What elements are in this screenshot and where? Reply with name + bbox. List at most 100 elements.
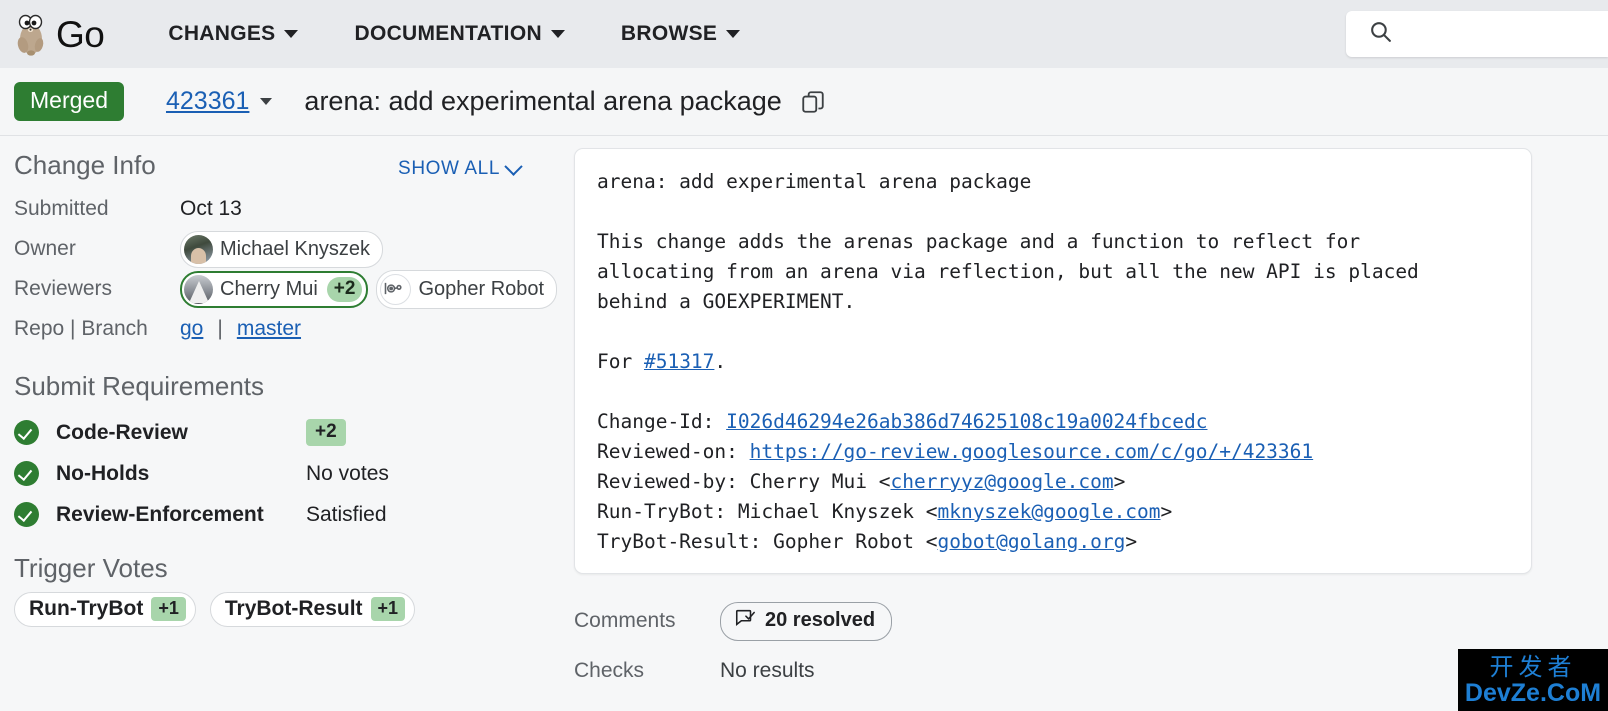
chevron-down-icon xyxy=(550,30,565,38)
search-icon xyxy=(1368,19,1393,49)
for-suffix: . xyxy=(714,350,727,373)
requirement-row-no-holds[interactable]: No-Holds No votes xyxy=(14,453,544,494)
change-id-label: Change-Id: xyxy=(597,410,727,433)
change-number-group[interactable]: 423361 xyxy=(166,87,273,116)
change-info-sidebar: Change Info SHOW ALL Submitted Oct 13 Ow… xyxy=(0,136,560,711)
info-row-owner: Owner Michael Knyszek xyxy=(14,229,544,269)
checks-value: No results xyxy=(720,659,815,682)
nav-label-changes: CHANGES xyxy=(168,22,276,45)
trigger-votes-title: Trigger Votes xyxy=(14,553,168,583)
change-info-title: Change Info xyxy=(14,150,156,180)
submitted-label: Submitted xyxy=(14,197,109,220)
requirement-row-review-enforcement[interactable]: Review-Enforcement Satisfied xyxy=(14,494,544,535)
reviewer-name: Gopher Robot xyxy=(418,277,545,300)
change-number-link[interactable]: 423361 xyxy=(166,87,249,116)
trigger-vote-label: TryBot-Result xyxy=(224,597,363,620)
trybot-result-suffix: > xyxy=(1125,530,1138,553)
branch-link[interactable]: master xyxy=(237,317,301,341)
issue-link[interactable]: #51317 xyxy=(644,350,714,373)
submitted-value: Oct 13 xyxy=(180,197,242,220)
brand-label: Go xyxy=(56,13,105,55)
change-titlebar: Merged 423361 arena: add experimental ar… xyxy=(0,68,1608,136)
run-trybot-email-link[interactable]: mknyszek@google.com xyxy=(937,500,1160,523)
owner-label: Owner xyxy=(14,237,76,260)
check-circle-icon xyxy=(14,461,39,486)
commit-message-card: arena: add experimental arena package Th… xyxy=(574,148,1532,574)
info-row-reviewers: Reviewers Cherry Mui +2 Gopher Robot xyxy=(14,269,558,309)
submit-requirements-title: Submit Requirements xyxy=(14,371,264,401)
avatar xyxy=(184,274,213,304)
watermark-en-text: DevZe.CoM xyxy=(1464,678,1602,707)
repo-branch-separator: | xyxy=(217,317,223,340)
owner-value: Michael Knyszek xyxy=(180,230,384,268)
info-row-repo-branch: Repo | Branch go | master xyxy=(14,309,544,349)
run-trybot-label: Run-TryBot: Michael Knyszek < xyxy=(597,500,938,523)
nav-label-browse: BROWSE xyxy=(620,22,718,45)
check-circle-icon xyxy=(14,502,39,527)
caret-down-icon[interactable] xyxy=(260,98,273,105)
reviewer-chip-cherry-mui[interactable]: Cherry Mui +2 xyxy=(180,270,369,308)
search-input[interactable] xyxy=(1403,23,1587,45)
reviewers-value: Cherry Mui +2 Gopher Robot xyxy=(180,269,558,309)
run-trybot-suffix: > xyxy=(1160,500,1173,523)
comments-count-label: 20 resolved xyxy=(765,609,876,631)
nav-item-documentation[interactable]: DOCUMENTATION xyxy=(326,14,592,54)
page-title: arena: add experimental arena package xyxy=(304,86,782,116)
nav-item-browse[interactable]: BROWSE xyxy=(593,14,768,54)
nav-label-documentation: DOCUMENTATION xyxy=(354,22,542,45)
requirement-row-code-review[interactable]: Code-Review +2 xyxy=(14,412,544,453)
repo-link[interactable]: go xyxy=(180,317,203,341)
chevron-down-icon xyxy=(504,156,523,176)
search-container xyxy=(1346,11,1608,57)
repo-branch-value: go | master xyxy=(180,317,301,341)
commit-body-line2: allocating from an arena via reflection,… xyxy=(597,260,1419,283)
avatar xyxy=(184,234,213,264)
commit-body-line1: This change adds the arenas package and … xyxy=(597,230,1361,253)
commit-body-line3: behind a GOEXPERIMENT. xyxy=(597,290,856,313)
trigger-vote-trybot-result[interactable]: TryBot-Result +1 xyxy=(209,592,416,627)
nav-item-changes[interactable]: CHANGES xyxy=(140,14,326,54)
main-nav: CHANGES DOCUMENTATION BROWSE xyxy=(140,14,768,54)
trigger-vote-run-trybot[interactable]: Run-TryBot +1 xyxy=(14,592,196,627)
comments-resolved-chip[interactable]: 20 resolved xyxy=(720,601,893,641)
trybot-result-email-link[interactable]: gobot@golang.org xyxy=(937,530,1125,553)
requirement-name: Review-Enforcement xyxy=(56,502,264,526)
requirement-name: Code-Review xyxy=(56,420,188,444)
main-panel: arena: add experimental arena package Th… xyxy=(560,136,1608,711)
owner-chip[interactable]: Michael Knyszek xyxy=(180,230,384,268)
check-circle-icon xyxy=(14,420,39,445)
reviewed-on-label: Reviewed-on: xyxy=(597,440,750,463)
robot-avatar-icon xyxy=(380,273,412,305)
commit-message-text: arena: add experimental arena package Th… xyxy=(597,167,1509,557)
requirement-value: +2 xyxy=(306,419,346,446)
for-prefix: For xyxy=(597,350,644,373)
status-badge: Merged xyxy=(14,81,124,122)
trigger-votes-list: Run-TryBot +1 TryBot-Result +1 xyxy=(14,592,544,627)
copy-icon[interactable] xyxy=(800,89,826,115)
search-box[interactable] xyxy=(1346,11,1608,57)
chevron-down-icon xyxy=(284,30,299,38)
reviewers-label: Reviewers xyxy=(14,277,113,300)
requirement-value: Satisfied xyxy=(306,502,387,526)
show-all-button[interactable]: SHOW ALL xyxy=(398,156,523,180)
chevron-down-icon xyxy=(726,30,741,38)
comment-resolved-icon xyxy=(734,607,756,635)
trigger-vote-badge: +1 xyxy=(151,597,186,621)
trybot-result-label: TryBot-Result: Gopher Robot < xyxy=(597,530,938,553)
repo-branch-label: Repo | Branch xyxy=(14,317,148,340)
trigger-vote-label: Run-TryBot xyxy=(29,597,144,620)
reviewer-chip-gopher-robot[interactable]: Gopher Robot xyxy=(376,269,558,309)
requirement-value: No votes xyxy=(306,461,389,485)
reviewed-by-email-link[interactable]: cherryyz@google.com xyxy=(891,470,1114,493)
brand[interactable]: Go xyxy=(14,12,105,56)
change-id-link[interactable]: I026d46294e26ab386d74625108c19a0024fbced… xyxy=(726,410,1207,433)
reviewed-on-link[interactable]: https://go-review.googlesource.com/c/go/… xyxy=(750,440,1314,463)
comments-label: Comments xyxy=(574,609,676,632)
go-gopher-logo xyxy=(14,12,48,56)
app-header: Go CHANGES DOCUMENTATION BROWSE xyxy=(0,0,1608,68)
reviewer-vote-badge: +2 xyxy=(326,276,363,302)
watermark: 开发者 DevZe.CoM xyxy=(1458,649,1608,711)
reviewed-by-label: Reviewed-by: Cherry Mui < xyxy=(597,470,891,493)
page-content: Change Info SHOW ALL Submitted Oct 13 Ow… xyxy=(0,136,1608,711)
watermark-cn-text: 开发者 xyxy=(1489,652,1577,681)
